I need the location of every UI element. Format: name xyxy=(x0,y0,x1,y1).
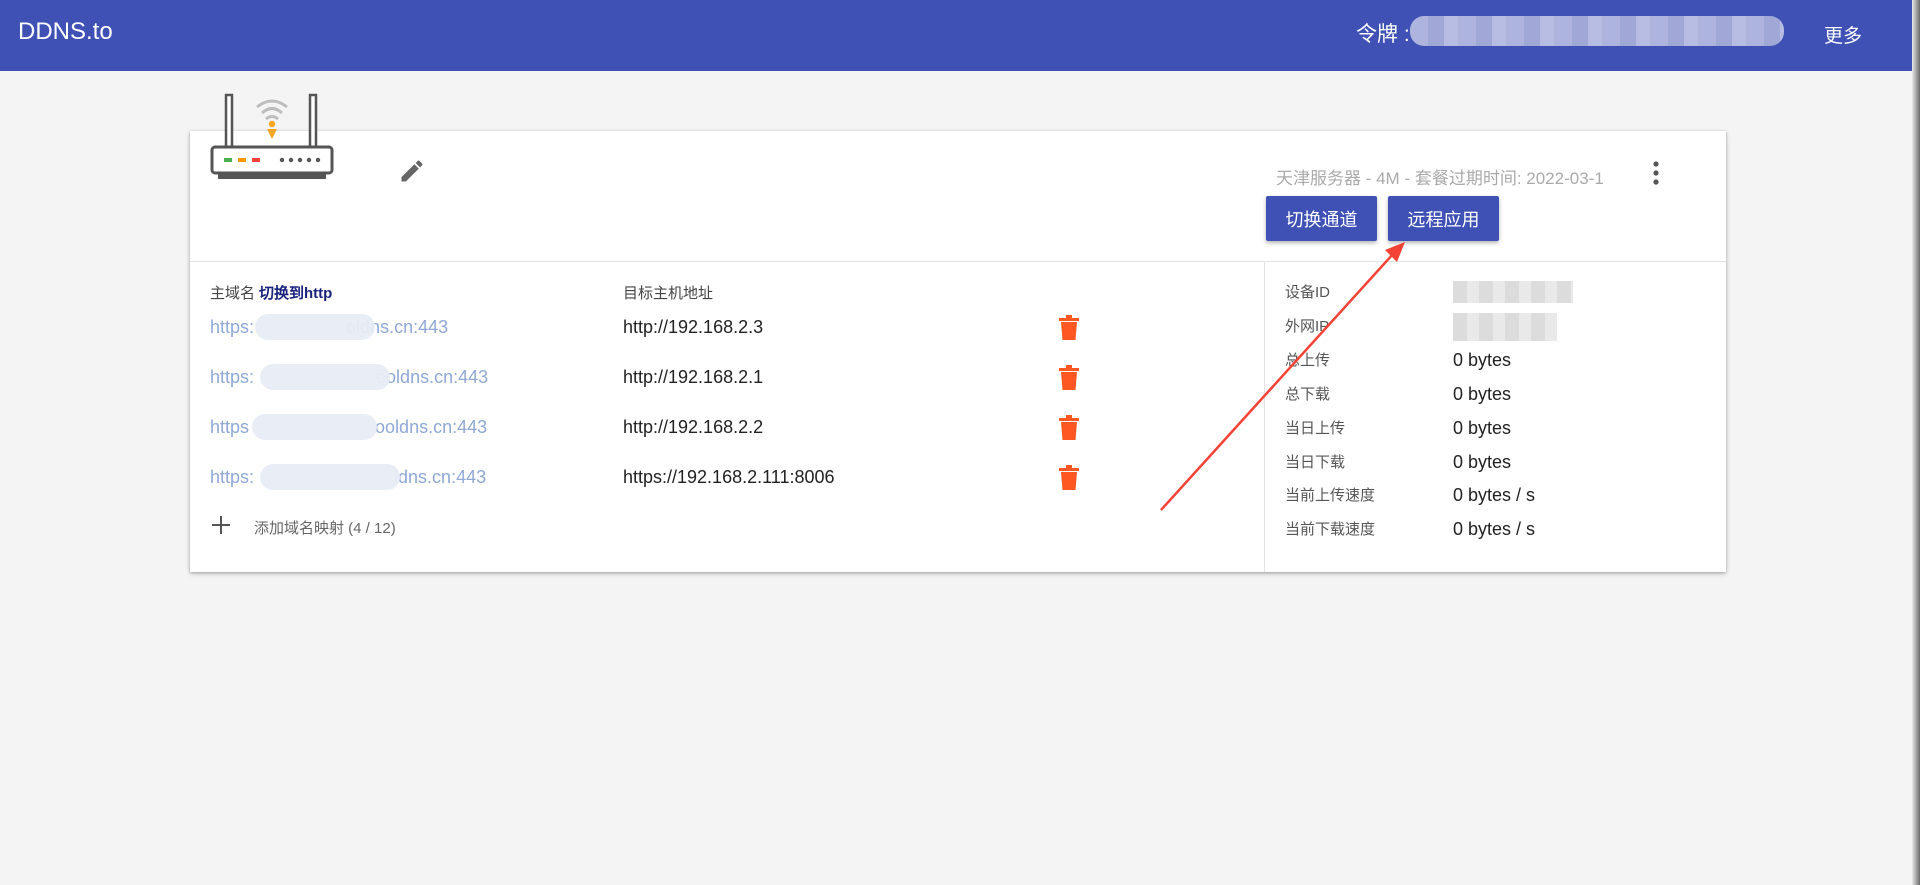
stat-label: 当前下载速度 xyxy=(1285,521,1376,538)
stat-row: 当前下载速度 0 bytes / s xyxy=(1285,518,1705,548)
delete-trash-icon[interactable] xyxy=(1058,465,1080,491)
mapping-row: https ooldns.cn:443 http://192.168.2.2 xyxy=(190,414,1264,467)
stat-value: 0 bytes xyxy=(1453,384,1512,404)
delete-trash-icon[interactable] xyxy=(1058,415,1080,441)
target-address: http://192.168.2.3 xyxy=(623,317,764,337)
mapping-row: https: oldns.cn:443 http://192.168.2.3 xyxy=(190,314,1264,367)
stat-label: 总上传 xyxy=(1285,352,1331,369)
stat-row: 当日下载 0 bytes xyxy=(1285,451,1705,481)
domain-prefix: https: xyxy=(210,467,255,487)
stat-label: 当日上传 xyxy=(1285,420,1346,437)
domain-suffix: ooldns.cn:443 xyxy=(376,367,489,387)
switch-channel-button[interactable]: 切换通道 xyxy=(1266,196,1377,241)
wan-ip-redacted xyxy=(1453,313,1557,341)
stat-label: 总下载 xyxy=(1285,386,1331,403)
domain-column-header: 主域名 切换到http xyxy=(210,282,332,303)
more-menu-button[interactable]: 更多 xyxy=(1824,21,1862,48)
domain-prefix: https: xyxy=(210,317,255,337)
device-id-redacted xyxy=(1453,281,1573,303)
mapping-row: https: ooldns.cn:443 http://192.168.2.1 xyxy=(190,364,1264,417)
stat-label: 当日下载 xyxy=(1285,454,1346,471)
stat-row: 总下载 0 bytes xyxy=(1285,383,1705,413)
domain-header-label: 主域名 xyxy=(210,285,256,302)
target-address: https://192.168.2.111:8006 xyxy=(623,467,835,487)
target-column-header: 目标主机地址 xyxy=(623,285,714,302)
stat-value: 0 bytes xyxy=(1453,418,1512,438)
stat-row: 当日上传 0 bytes xyxy=(1285,417,1705,447)
stat-value: 0 bytes xyxy=(1453,350,1512,370)
stat-label: 外网IP xyxy=(1285,318,1330,335)
token-label: 令牌 : xyxy=(1356,23,1410,46)
stat-value: 0 bytes / s xyxy=(1453,519,1536,539)
plus-icon[interactable] xyxy=(210,514,232,536)
plan-info-text: 天津服务器 - 4M - 套餐过期时间: 2022-03-1 xyxy=(1276,169,1604,188)
device-card-header: 天津服务器 - 4M - 套餐过期时间: 2022-03-1 切换通道 远程应用 xyxy=(190,93,1726,262)
router-icon xyxy=(210,93,334,179)
kebab-menu-icon[interactable] xyxy=(1646,159,1666,187)
stat-row-device-id: 设备ID xyxy=(1285,281,1705,311)
add-mapping-label[interactable]: 添加域名映射 (4 / 12) xyxy=(254,517,396,538)
stat-row: 当前上传速度 0 bytes / s xyxy=(1285,484,1705,514)
domain-suffix: ldns.cn:443 xyxy=(394,467,487,487)
domain-prefix: https: xyxy=(210,367,255,387)
target-address: http://192.168.2.1 xyxy=(623,367,764,387)
edit-pencil-icon[interactable] xyxy=(398,157,426,185)
window-edge-shadow xyxy=(1912,0,1920,885)
stat-value: 0 bytes xyxy=(1453,452,1512,472)
target-address: http://192.168.2.2 xyxy=(623,417,764,437)
mapping-row: https: ldns.cn:443 https://192.168.2.111:… xyxy=(190,464,1264,517)
domain-redaction xyxy=(260,464,400,490)
delete-trash-icon[interactable] xyxy=(1058,365,1080,391)
domain-redaction xyxy=(260,364,390,390)
stat-value: 0 bytes / s xyxy=(1453,485,1536,505)
brand-logo-text[interactable]: DDNS.to xyxy=(18,18,113,46)
top-app-bar: DDNS.to 令牌 : 更多 xyxy=(0,0,1920,71)
delete-trash-icon[interactable] xyxy=(1058,315,1080,341)
token-value-redacted xyxy=(1410,16,1784,46)
domain-prefix: https xyxy=(210,417,250,437)
device-card: 天津服务器 - 4M - 套餐过期时间: 2022-03-1 切换通道 远程应用… xyxy=(190,93,1726,572)
stat-row-wan-ip: 外网IP xyxy=(1285,313,1705,345)
remote-app-button[interactable]: 远程应用 xyxy=(1388,196,1499,241)
stat-label: 设备ID xyxy=(1285,284,1331,301)
stat-row: 总上传 0 bytes xyxy=(1285,349,1705,379)
domain-redaction xyxy=(252,414,377,440)
domain-redaction xyxy=(255,314,375,340)
stat-label: 当前上传速度 xyxy=(1285,487,1376,504)
switch-to-http-link[interactable]: 切换到http xyxy=(259,285,332,302)
column-divider xyxy=(1264,262,1265,572)
domain-suffix: ooldns.cn:443 xyxy=(375,417,488,437)
